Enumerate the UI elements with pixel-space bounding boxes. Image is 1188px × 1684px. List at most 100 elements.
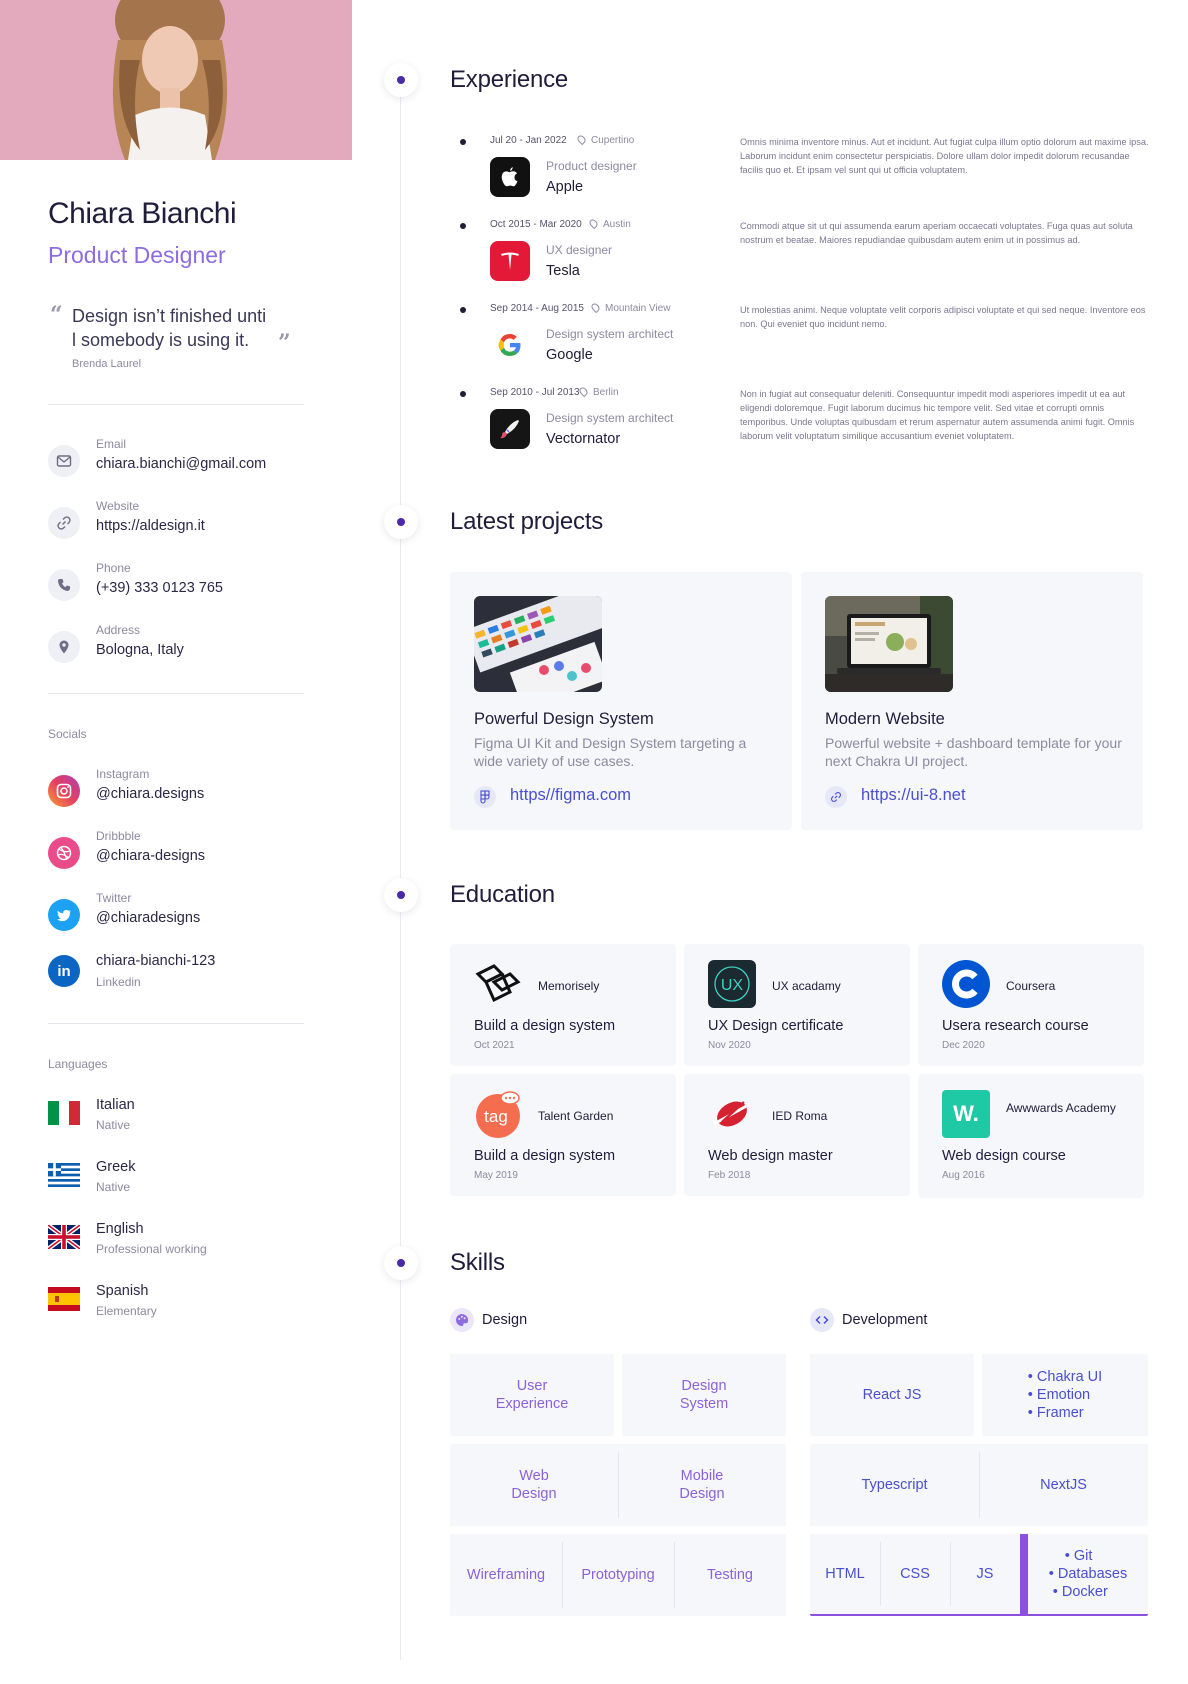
experience-position: UX designer [546,243,613,257]
social-network: Linkedin [96,975,141,989]
skill-list-item: Emotion [1028,1386,1102,1404]
skill-group-development: Development [810,1308,1010,1332]
project-title: Modern Website [825,710,945,728]
projects-title: Latest projects [450,508,604,535]
education-date: Nov 2020 [708,1040,751,1051]
skill-label: Wireframing [466,1567,546,1583]
education-institution: UX acadamy [772,979,841,993]
social-handle[interactable]: chiara-bianchi-123 [96,953,215,969]
close-quote-icon: ” [278,330,291,356]
skill-tag-group: HTML CSS JS Git Databases Docker [810,1534,1148,1616]
experience-item: Jul 20 - Jan 2022 Cupertino Product desi… [450,133,1150,215]
skill-tag: Chakra UI Emotion Framer [982,1354,1148,1436]
memorisely-logo-icon [474,960,522,1008]
experience-location: Cupertino [575,133,634,146]
social-network: Twitter [96,891,132,905]
skill-label: User Experience [495,1378,569,1412]
education-course: Build a design system [474,1148,616,1164]
profile-role: Product Designer [48,242,226,268]
linkedin-icon: in [48,955,80,987]
skill-tag: User Experience [450,1354,614,1436]
skill-label: HTML [825,1566,865,1582]
contact-label: Website [96,499,140,513]
education-date: Feb 2018 [708,1170,751,1181]
contact-website[interactable]: Website https://aldesign.it [48,499,308,539]
link-icon [48,507,80,539]
social-instagram[interactable]: Instagram @chiara.designs [48,767,308,807]
experience-dates: Oct 2015 - Mar 2020 [490,219,582,230]
education-course: Build a design system [474,1018,616,1034]
education-course: Web design master [708,1148,833,1164]
skill-label: JS [976,1566,994,1582]
education-institution: Coursera [1006,979,1056,993]
social-handle[interactable]: @chiara.designs [96,786,204,802]
skill-tag-group: Wireframing Prototyping Testing [450,1534,786,1616]
education-institution: Awwwards Academy [1006,1101,1116,1115]
project-link[interactable]: https://ui-8.net [861,786,966,805]
language-level: Elementary [96,1304,157,1318]
contact-value[interactable]: https://aldesign.it [96,518,205,534]
contact-value[interactable]: (+39) 333 0123 765 [96,580,223,596]
skill-list: Git Databases Docker [1049,1547,1127,1601]
ux-academy-logo-icon: UX [708,960,756,1008]
skill-label: Design System [679,1378,729,1412]
education-date: Dec 2020 [942,1040,985,1051]
skill-label: Testing [707,1567,753,1583]
skill-group-label: Design [482,1312,528,1328]
location-pin-icon [575,133,588,146]
experience-location: Mountain View [589,301,670,314]
education-card: Memorisely Build a design system Oct 202… [450,944,676,1066]
contact-value[interactable]: chiara.bianchi@gmail.com [96,456,266,472]
skill-label: Prototyping [581,1567,655,1583]
experience-company: Google [546,347,593,363]
language-level: Native [96,1180,131,1194]
education-course: UX Design certificate [708,1018,844,1034]
education-institution: Memorisely [538,979,600,993]
social-linkedin[interactable]: in chiara-bianchi-123 Linkedin [48,953,308,993]
figma-icon [474,786,496,808]
social-handle[interactable]: @chiaradesigns [96,910,200,926]
divider [48,693,304,694]
coursera-logo-icon [942,960,990,1008]
project-title: Powerful Design System [474,710,654,728]
skill-group-label: Development [842,1312,928,1328]
skill-label: NextJS [1040,1477,1087,1493]
skill-tag: Design System [622,1354,786,1436]
profile-quote: Design isn’t finished unti l somebody is… [72,304,292,352]
language-english: English Professional working [48,1221,308,1261]
project-link[interactable]: https//figma.com [510,786,631,805]
skill-list-item: Framer [1028,1404,1102,1422]
svg-text:UX: UX [721,977,744,994]
language-name: Italian [96,1097,135,1113]
experience-item: Sep 2010 - Jul 2013 Berlin Design system… [450,385,1150,467]
project-card[interactable]: Modern Website Powerful website + dashbo… [801,572,1143,830]
contact-email[interactable]: Email chiara.bianchi@gmail.com [48,437,308,477]
education-card: IED Roma Web design master Feb 2018 [684,1074,910,1196]
mail-icon [48,445,80,477]
project-card[interactable]: Powerful Design System Figma UI Kit and … [450,572,792,830]
social-handle[interactable]: @chiara-designs [96,848,205,864]
skill-list-item: Docker [1049,1583,1127,1601]
skill-list-item: Chakra UI [1028,1368,1102,1386]
contact-value[interactable]: Bologna, Italy [96,642,184,658]
contact-phone[interactable]: Phone (+39) 333 0123 765 [48,561,308,601]
education-card: Coursera Usera research course Dec 2020 [918,944,1144,1066]
education-date: Oct 2021 [474,1040,515,1051]
location-pin-icon [48,631,80,663]
contact-address[interactable]: Address Bologna, Italy [48,623,308,663]
skill-label: React JS [862,1387,922,1403]
quote-line-2: l somebody is using it. [72,330,250,350]
awwwards-logo-icon: W. [942,1090,990,1138]
sidebar: Chiara Bianchi Product Designer “ Design… [0,0,352,1684]
social-dribbble[interactable]: Dribbble @chiara-designs [48,829,308,869]
language-level: Professional working [96,1242,207,1256]
social-twitter[interactable]: Twitter @chiaradesigns [48,891,308,931]
dribbble-icon [48,837,80,869]
spain-flag-icon [48,1287,80,1311]
language-name: Spanish [96,1283,149,1299]
education-institution: IED Roma [772,1109,828,1123]
experience-location: Austin [587,217,631,230]
talent-garden-logo-icon: tag [474,1090,522,1138]
language-name: Greek [96,1159,136,1175]
svg-text:tag: tag [484,1107,508,1126]
